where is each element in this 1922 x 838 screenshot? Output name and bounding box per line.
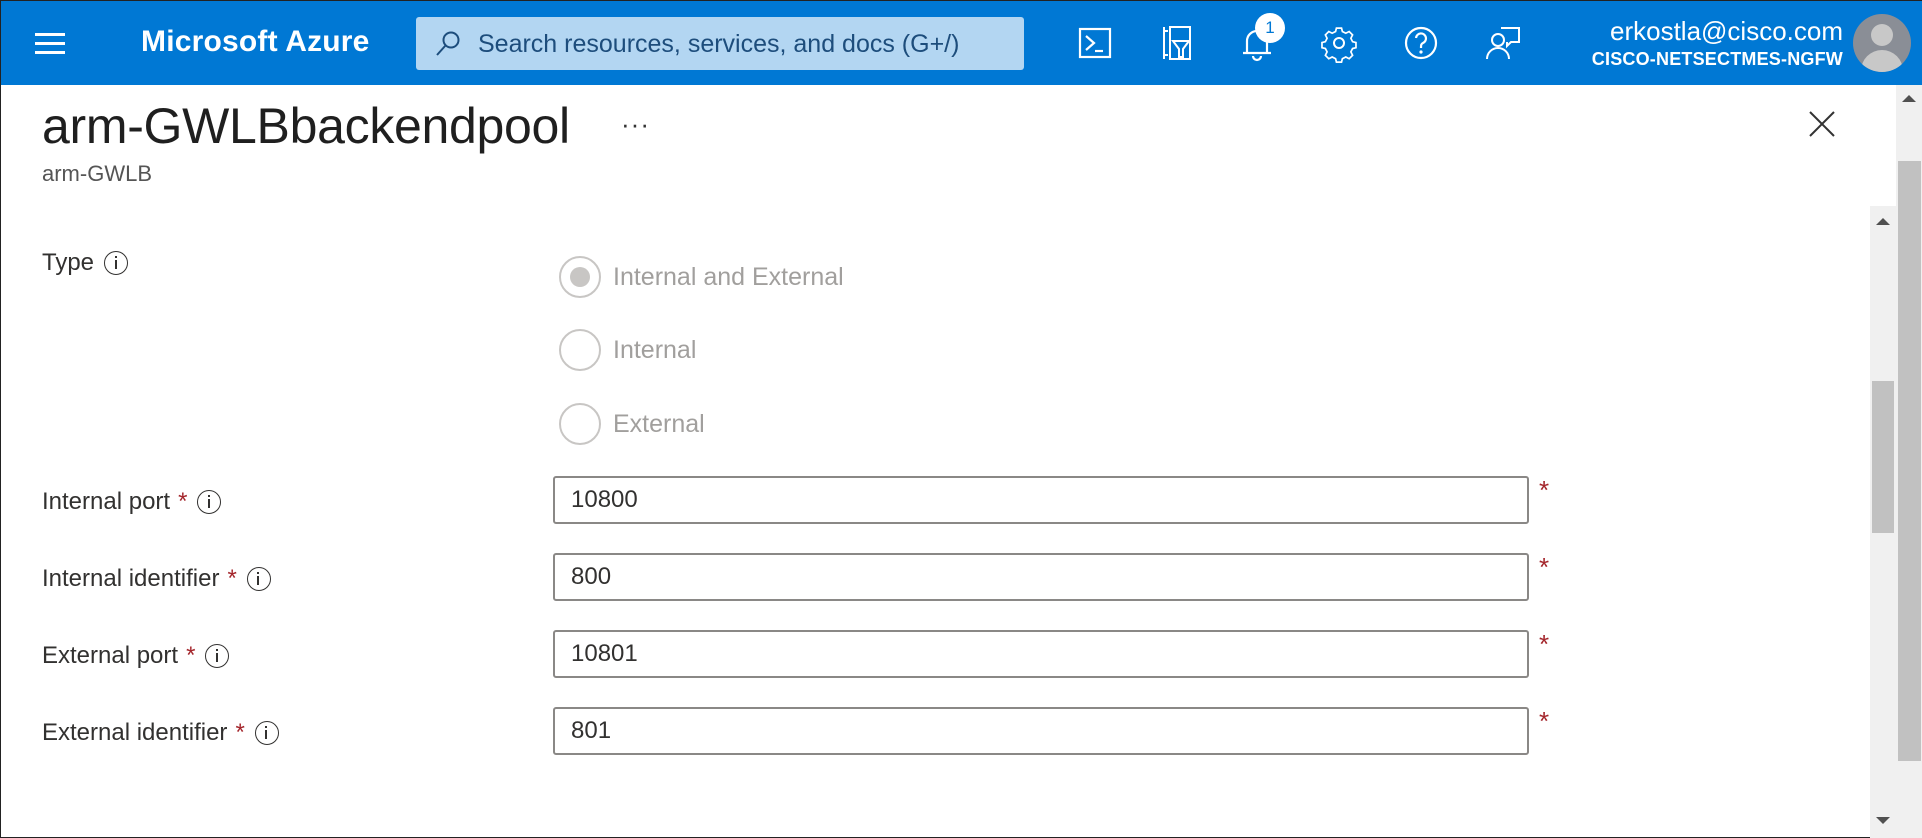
radio-button[interactable] bbox=[559, 329, 601, 371]
top-bar: Microsoft Azure Search resources, servic… bbox=[1, 1, 1922, 85]
blade-scrollbar[interactable] bbox=[1870, 206, 1896, 838]
required-marker: * bbox=[227, 565, 237, 592]
internal-identifier-input[interactable]: 800 bbox=[553, 553, 1529, 601]
scroll-up-icon[interactable] bbox=[1902, 95, 1916, 102]
field-label-text: External identifier bbox=[42, 719, 228, 746]
info-icon[interactable] bbox=[104, 251, 129, 275]
close-icon[interactable] bbox=[1807, 109, 1837, 139]
field-label-text: Internal identifier bbox=[42, 565, 220, 592]
page-title: arm-GWLBbackendpool bbox=[42, 98, 570, 154]
search-placeholder: Search resources, services, and docs (G+… bbox=[478, 30, 960, 58]
internal-identifier-label: Internal identifier * bbox=[42, 565, 271, 593]
external-identifier-label: External identifier * bbox=[42, 719, 279, 747]
directory-filter-icon[interactable] bbox=[1156, 23, 1196, 63]
user-email: erkostla@cisco.com bbox=[1609, 16, 1843, 46]
search-input[interactable]: Search resources, services, and docs (G+… bbox=[416, 17, 1024, 70]
external-identifier-input[interactable]: 801 bbox=[553, 707, 1529, 755]
radio-label: Internal and External bbox=[613, 262, 844, 291]
brand-title[interactable]: Microsoft Azure bbox=[141, 25, 370, 59]
more-options-button[interactable]: ··· bbox=[621, 109, 650, 140]
menu-icon[interactable] bbox=[35, 31, 65, 55]
notification-badge: 1 bbox=[1255, 13, 1285, 43]
required-marker: * bbox=[1539, 629, 1550, 659]
required-marker: * bbox=[1539, 552, 1550, 582]
type-label: Type bbox=[42, 249, 129, 277]
required-marker: * bbox=[1539, 475, 1550, 505]
external-port-input[interactable]: 10801 bbox=[553, 630, 1529, 678]
radio-internal-and-external[interactable]: Internal and External bbox=[559, 256, 844, 298]
info-icon[interactable] bbox=[254, 721, 279, 745]
help-icon[interactable] bbox=[1401, 23, 1441, 63]
user-account[interactable]: erkostla@cisco.com CISCO-NETSECTMES-NGFW bbox=[1592, 15, 1843, 71]
scroll-down-icon[interactable] bbox=[1876, 817, 1890, 824]
required-marker: * bbox=[186, 642, 196, 669]
scroll-up-icon[interactable] bbox=[1876, 218, 1890, 225]
info-icon[interactable] bbox=[246, 567, 271, 591]
radio-internal[interactable]: Internal bbox=[559, 329, 696, 371]
cloud-shell-icon[interactable] bbox=[1075, 23, 1115, 63]
radio-external[interactable]: External bbox=[559, 403, 705, 445]
info-icon[interactable] bbox=[205, 644, 230, 668]
feedback-icon[interactable] bbox=[1483, 23, 1523, 63]
field-label-text: Internal port bbox=[42, 488, 171, 515]
radio-button-checked[interactable] bbox=[559, 256, 601, 298]
internal-port-label: Internal port * bbox=[42, 488, 222, 516]
type-label-text: Type bbox=[42, 249, 95, 276]
external-port-label: External port * bbox=[42, 642, 230, 670]
internal-port-input[interactable]: 10800 bbox=[553, 476, 1529, 524]
page-subtitle: arm-GWLB bbox=[42, 161, 152, 186]
search-icon bbox=[436, 31, 460, 56]
radio-label: Internal bbox=[613, 335, 697, 364]
required-marker: * bbox=[178, 488, 188, 515]
radio-label: External bbox=[613, 409, 705, 438]
settings-icon[interactable] bbox=[1319, 23, 1359, 63]
avatar[interactable] bbox=[1853, 14, 1911, 72]
scrollbar-thumb[interactable] bbox=[1872, 381, 1894, 533]
page-scrollbar[interactable] bbox=[1896, 85, 1922, 838]
scrollbar-thumb[interactable] bbox=[1898, 161, 1921, 761]
radio-button[interactable] bbox=[559, 403, 601, 445]
required-marker: * bbox=[1539, 706, 1550, 736]
user-tenant: CISCO-NETSECTMES-NGFW bbox=[1591, 49, 1843, 69]
info-icon[interactable] bbox=[197, 490, 222, 514]
required-marker: * bbox=[235, 719, 245, 746]
field-label-text: External port bbox=[42, 642, 179, 669]
